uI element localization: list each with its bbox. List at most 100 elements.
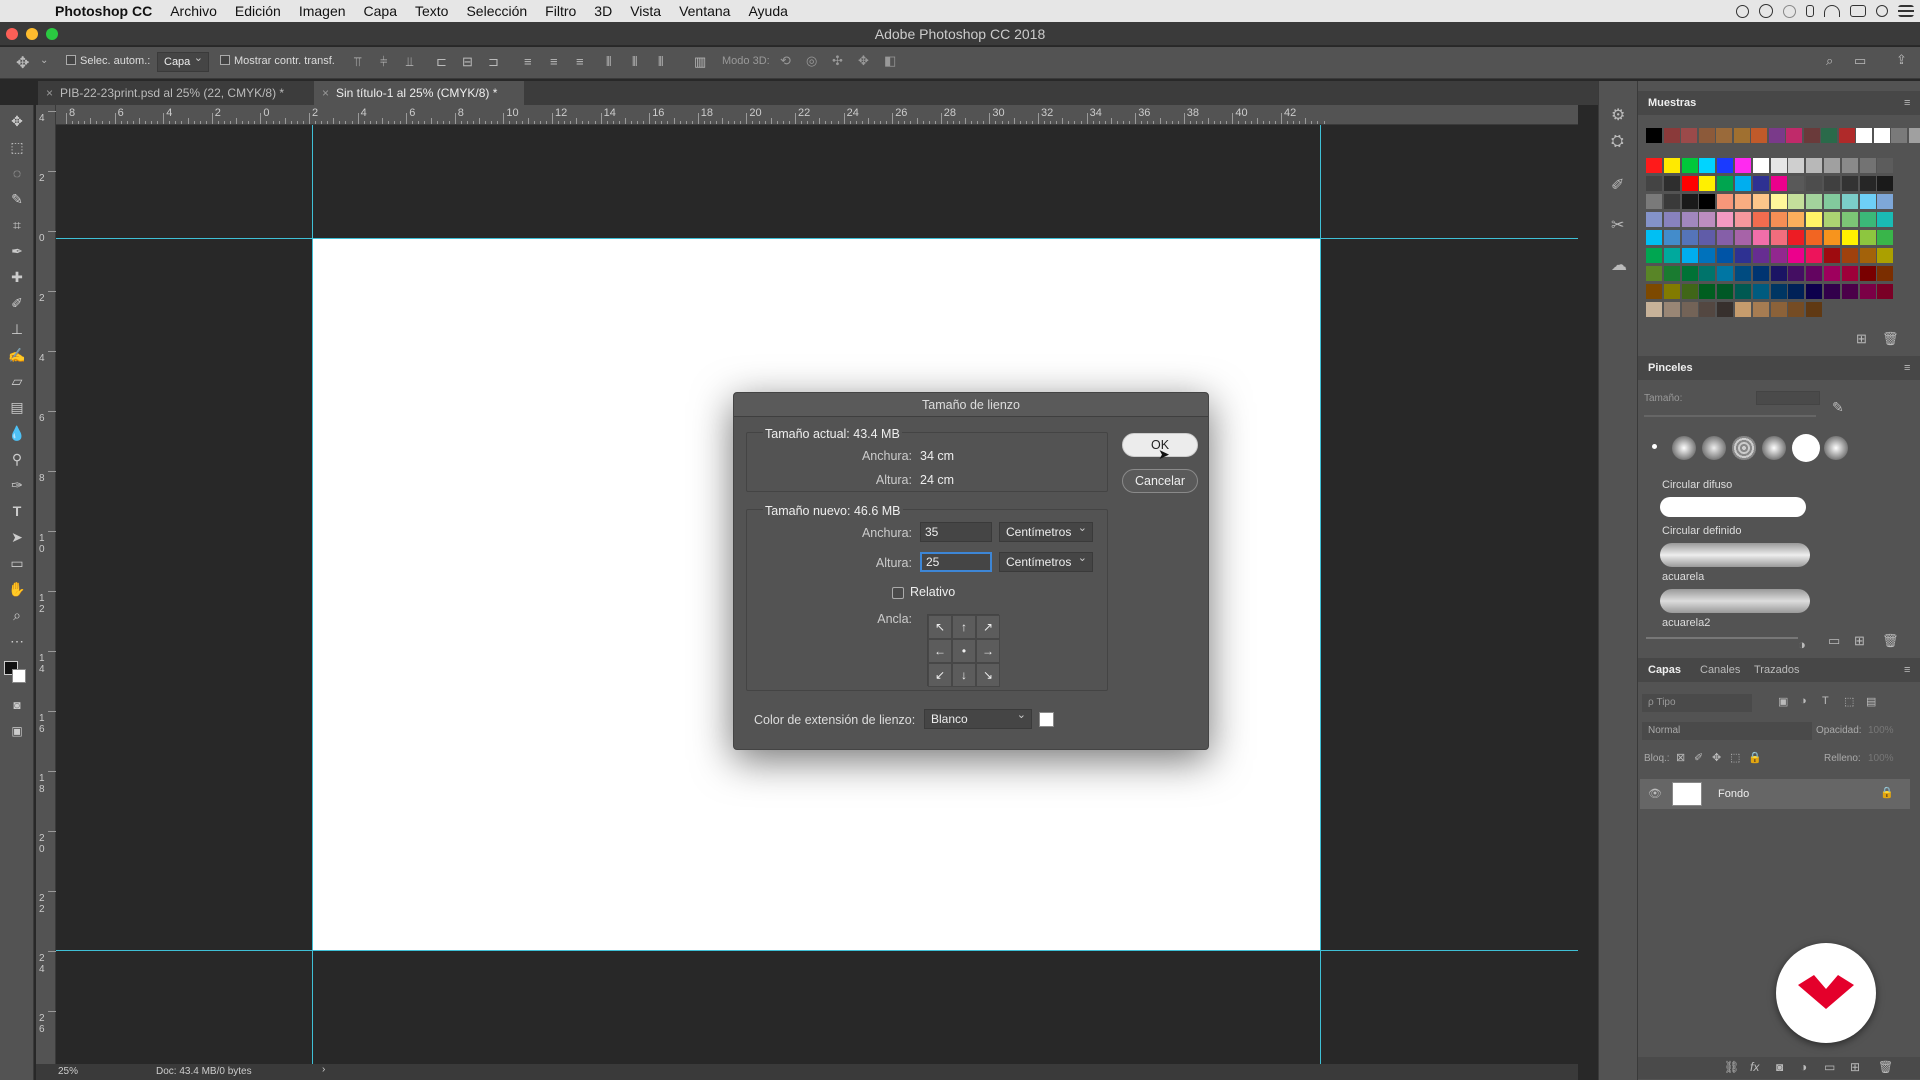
share-icon[interactable]: ⇪ — [1896, 52, 1907, 68]
swatch[interactable] — [1824, 248, 1840, 263]
swatch[interactable] — [1735, 284, 1751, 299]
vertical-ruler[interactable]: 4 2 0 2 4 6 8 10 12 14 16 18 20 22 24 26 — [36, 105, 56, 1068]
adjustments-icon[interactable]: ⛭ — [1611, 133, 1624, 151]
swatch[interactable] — [1735, 158, 1751, 173]
swatch[interactable] — [1681, 248, 1698, 263]
pen-tool-icon[interactable]: ✑ — [7, 475, 27, 495]
brush-size-input[interactable] — [1756, 391, 1820, 405]
minimize-window-button[interactable] — [26, 28, 38, 40]
swatch[interactable] — [1788, 266, 1805, 281]
pan-3d-icon[interactable]: ✣ — [832, 53, 843, 69]
new-height-input[interactable]: 25 — [920, 552, 992, 572]
gradient-tool-icon[interactable]: ▤ — [7, 397, 27, 417]
swatch[interactable] — [1646, 176, 1662, 191]
swatch[interactable] — [1752, 194, 1769, 209]
swatch[interactable] — [1735, 176, 1751, 191]
brush-preset-stroke[interactable] — [1660, 543, 1810, 567]
layer-mask-icon[interactable]: ◙ — [1776, 1060, 1783, 1074]
swatch[interactable] — [1770, 212, 1787, 227]
align-top-icon[interactable]: ⫪ — [354, 54, 361, 70]
tab-pib-document[interactable]: × PIB-22-23print.psd al 25% (22, CMYK/8)… — [38, 81, 314, 105]
swatch[interactable] — [1859, 176, 1876, 191]
align-bottom-icon[interactable]: ⫫ — [406, 54, 413, 70]
adjustment-layer-icon[interactable]: ◑ — [1800, 1060, 1807, 1074]
swatch[interactable] — [1681, 302, 1698, 317]
swatch[interactable] — [1663, 212, 1680, 227]
lock-transparency-icon[interactable]: ⊠ — [1676, 751, 1685, 764]
swatch[interactable] — [1699, 266, 1716, 281]
swatch[interactable] — [1859, 212, 1876, 227]
bluetooth-icon[interactable] — [1806, 5, 1814, 17]
swatch[interactable] — [1735, 302, 1751, 317]
brush-preview-slider[interactable] — [1646, 637, 1798, 639]
time-machine-icon[interactable] — [1783, 4, 1796, 18]
swatch[interactable] — [1788, 284, 1805, 299]
swatch[interactable] — [1681, 230, 1698, 245]
brush-tip-selected[interactable] — [1792, 434, 1820, 462]
swatch[interactable] — [1824, 284, 1840, 299]
screen-mode-icon[interactable]: ▣ — [7, 721, 27, 741]
menu-capa[interactable]: Capa — [355, 3, 406, 19]
battery-icon[interactable] — [1850, 5, 1866, 17]
brush-tip-soft[interactable] — [1702, 436, 1726, 460]
path-selection-tool-icon[interactable]: ➤ — [7, 527, 27, 547]
quick-select-tool-icon[interactable]: ✎ — [7, 189, 27, 209]
tool-preset-chevron-icon[interactable]: ⌄ — [40, 55, 48, 66]
swatch[interactable] — [1841, 158, 1858, 173]
guide-vertical-right[interactable] — [1320, 125, 1321, 1068]
brush-tip-soft[interactable] — [1672, 436, 1696, 460]
filter-type-icon[interactable]: T — [1822, 695, 1829, 707]
spotlight-icon[interactable] — [1876, 5, 1888, 17]
blur-tool-icon[interactable]: 💧 — [7, 423, 27, 443]
filter-pixel-icon[interactable]: ▣ — [1778, 695, 1788, 708]
healing-brush-tool-icon[interactable]: ✚ — [7, 267, 27, 287]
anchor-center[interactable]: • — [952, 639, 976, 663]
brush-preset-name[interactable]: Circular difuso — [1662, 479, 1732, 491]
brush-tip-texture[interactable] — [1732, 436, 1756, 460]
menu-app[interactable]: Photoshop CC — [46, 3, 161, 19]
swatch[interactable] — [1859, 158, 1876, 173]
tab-untitled-document[interactable]: × Sin título-1 al 25% (CMYK/8) * — [314, 81, 524, 105]
link-layers-icon[interactable]: ⛓ — [1724, 1060, 1739, 1074]
menu-texto[interactable]: Texto — [406, 3, 457, 19]
move-tool-icon[interactable]: ✥ — [16, 53, 29, 73]
tool-presets-icon[interactable]: ✂ — [1611, 215, 1624, 235]
swatch[interactable] — [1735, 194, 1751, 209]
tab-canales[interactable]: Canales — [1700, 658, 1740, 682]
rectangle-tool-icon[interactable]: ▭ — [7, 553, 27, 573]
orbit-3d-icon[interactable]: ⟲ — [780, 53, 791, 69]
swatch[interactable] — [1824, 230, 1840, 245]
swatch[interactable] — [1717, 284, 1734, 299]
swatch[interactable] — [1663, 302, 1680, 317]
record-icon[interactable] — [1736, 4, 1749, 18]
swatch[interactable] — [1877, 230, 1894, 245]
distribute-vcenter-icon[interactable]: ≡ — [550, 54, 558, 69]
swatch[interactable] — [1646, 266, 1662, 281]
menu-imagen[interactable]: Imagen — [290, 3, 355, 19]
swatch-recent[interactable] — [1891, 128, 1907, 143]
swatch-recent[interactable] — [1821, 128, 1837, 143]
swatch[interactable] — [1859, 194, 1876, 209]
swatch[interactable] — [1770, 158, 1787, 173]
filter-smart-object-icon[interactable]: ▤ — [1866, 695, 1876, 708]
swatch[interactable] — [1717, 248, 1734, 263]
anchor-right[interactable]: → — [976, 639, 1000, 663]
background-color-swatch[interactable] — [12, 669, 26, 683]
swatch[interactable] — [1859, 284, 1876, 299]
extension-color-select[interactable]: Blanco — [924, 706, 1032, 729]
new-brush-icon[interactable]: ⊞ — [1854, 633, 1865, 649]
swatch[interactable] — [1824, 212, 1840, 227]
brush-preset-name[interactable]: Circular definido — [1662, 525, 1741, 537]
layer-style-icon[interactable]: fx — [1750, 1060, 1759, 1074]
new-brush-icon[interactable]: ✎ — [1832, 399, 1844, 416]
layer-lock-icon[interactable]: 🔒 — [1880, 786, 1894, 799]
swatch[interactable] — [1877, 194, 1894, 209]
fill-value[interactable]: 100% — [1868, 753, 1894, 764]
swatch[interactable] — [1859, 266, 1876, 281]
brush-tool-icon[interactable]: ✐ — [7, 293, 27, 313]
swatch-recent[interactable] — [1716, 128, 1732, 143]
crop-tool-icon[interactable]: ⌗ — [7, 215, 27, 235]
swatch[interactable] — [1806, 158, 1823, 173]
swatch[interactable] — [1663, 266, 1680, 281]
swatch[interactable] — [1699, 176, 1716, 191]
